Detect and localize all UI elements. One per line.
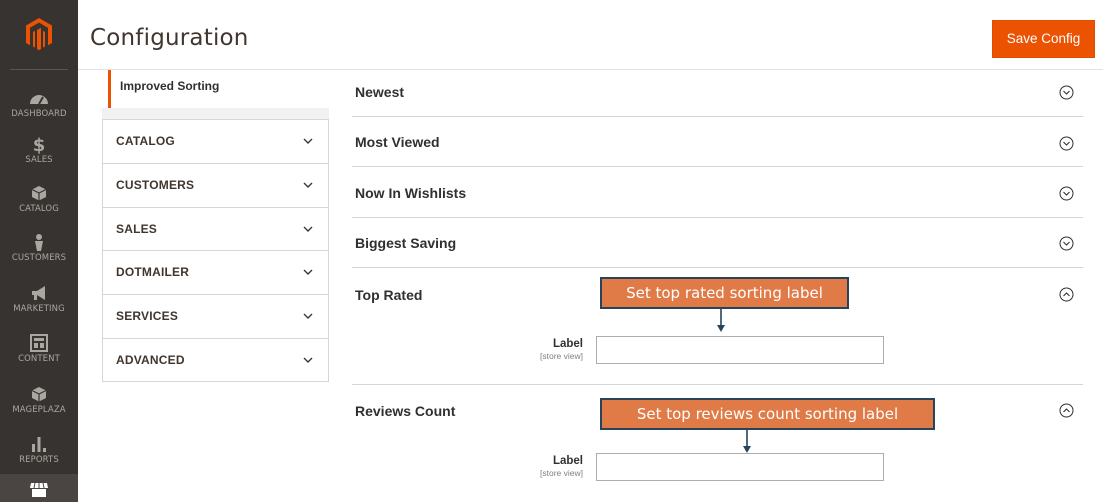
config-nav-active-item[interactable]: Improved Sorting (108, 70, 329, 108)
save-config-button[interactable]: Save Config (992, 20, 1095, 58)
nav-label-mageplaza: MAGEPLAZA (12, 405, 66, 415)
tab-label: ADVANCED (116, 353, 185, 367)
top-rated-label-input[interactable] (596, 336, 884, 364)
tab-customers[interactable]: CUSTOMERS (103, 163, 328, 207)
nav-dashboard[interactable]: DASHBOARD (0, 82, 78, 132)
box-icon (31, 186, 47, 201)
collapse-circle-icon[interactable] (1059, 287, 1074, 302)
collapse-circle-icon[interactable] (1059, 403, 1074, 418)
config-nav-tabs: CATALOG CUSTOMERS SALES DOTMAILER SERVIC… (102, 119, 329, 382)
dashboard-icon (30, 95, 48, 105)
reviews-count-label-input[interactable] (596, 453, 884, 481)
section-title-top-rated[interactable]: Top Rated (355, 287, 422, 303)
magento-logo[interactable] (0, 0, 78, 70)
expand-circle-icon[interactable] (1059, 136, 1074, 151)
field-label: Label (552, 455, 583, 467)
tab-catalog[interactable]: CATALOG (103, 119, 328, 163)
section-divider (352, 217, 1083, 218)
config-nav-spacer (102, 108, 329, 119)
expand-circle-icon[interactable] (1059, 186, 1074, 201)
tab-sales[interactable]: SALES (103, 207, 328, 251)
nav-marketing[interactable]: MARKETING (0, 277, 78, 327)
nav-catalog[interactable]: CATALOG (0, 177, 78, 227)
callout-reviews-count: Set top reviews count sorting label (600, 398, 935, 430)
nav-stores[interactable] (0, 474, 78, 502)
section-divider (352, 116, 1083, 117)
chevron-down-icon (303, 138, 313, 144)
dollar-icon: $ (33, 135, 46, 154)
chevron-down-icon (303, 226, 313, 232)
callout-arrow (743, 430, 751, 453)
megaphone-icon (32, 286, 45, 300)
page-title: Configuration (90, 25, 249, 51)
chevron-down-icon (303, 269, 313, 275)
logo-divider (10, 69, 68, 70)
tab-label: DOTMAILER (116, 265, 190, 279)
nav-customers[interactable]: CUSTOMERS (0, 226, 78, 276)
chevron-down-icon (303, 357, 313, 363)
section-title-most-viewed[interactable]: Most Viewed (355, 134, 440, 150)
nav-label-catalog: CATALOG (19, 204, 59, 214)
nav-label-sales: SALES (25, 155, 53, 165)
admin-sidebar: DASHBOARD $ SALES CATALOG CUSTOMERS MARK… (0, 0, 78, 502)
tab-dotmailer[interactable]: DOTMAILER (103, 250, 328, 294)
tab-label: CATALOG (116, 134, 175, 148)
active-item-label: Improved Sorting (120, 79, 220, 93)
nav-content[interactable]: CONTENT (0, 327, 78, 377)
tab-label: SERVICES (116, 309, 179, 323)
section-title-now-in-wishlists[interactable]: Now In Wishlists (355, 185, 466, 201)
nav-label-content: CONTENT (18, 354, 60, 364)
tab-label: CUSTOMERS (116, 178, 195, 192)
field-scope: [store view] (540, 351, 583, 361)
callout-top-rated: Set top rated sorting label (600, 277, 849, 309)
section-divider (352, 166, 1083, 167)
field-scope: [store view] (540, 468, 583, 478)
section-divider (352, 384, 1083, 385)
box-icon (31, 387, 47, 402)
expand-circle-icon[interactable] (1059, 85, 1074, 100)
section-title-biggest-saving[interactable]: Biggest Saving (355, 235, 456, 251)
section-divider (352, 267, 1083, 268)
nav-label-dashboard: DASHBOARD (11, 109, 67, 119)
magento-logo-icon (26, 18, 52, 51)
chevron-down-icon (303, 313, 313, 319)
chevron-down-icon (303, 182, 313, 188)
nav-label-marketing: MARKETING (13, 304, 65, 314)
section-title-newest[interactable]: Newest (355, 84, 404, 100)
tab-label: SALES (116, 222, 158, 236)
nav-reports[interactable]: REPORTS (0, 428, 78, 478)
callout-arrow (717, 309, 725, 332)
tab-services[interactable]: SERVICES (103, 294, 328, 338)
bar-chart-icon (32, 437, 46, 452)
expand-circle-icon[interactable] (1059, 236, 1074, 251)
nav-label-customers: CUSTOMERS (11, 253, 67, 263)
field-label: Label (552, 338, 583, 350)
nav-mageplaza[interactable]: MAGEPLAZA (0, 378, 78, 428)
nav-label-reports: REPORTS (19, 455, 59, 465)
svg-text:$: $ (33, 135, 46, 154)
tab-advanced[interactable]: ADVANCED (103, 338, 328, 382)
nav-sales[interactable]: $ SALES (0, 128, 78, 178)
section-title-reviews-count[interactable]: Reviews Count (355, 403, 455, 419)
store-icon (30, 482, 48, 497)
layout-icon (30, 334, 48, 352)
person-icon (35, 234, 43, 251)
